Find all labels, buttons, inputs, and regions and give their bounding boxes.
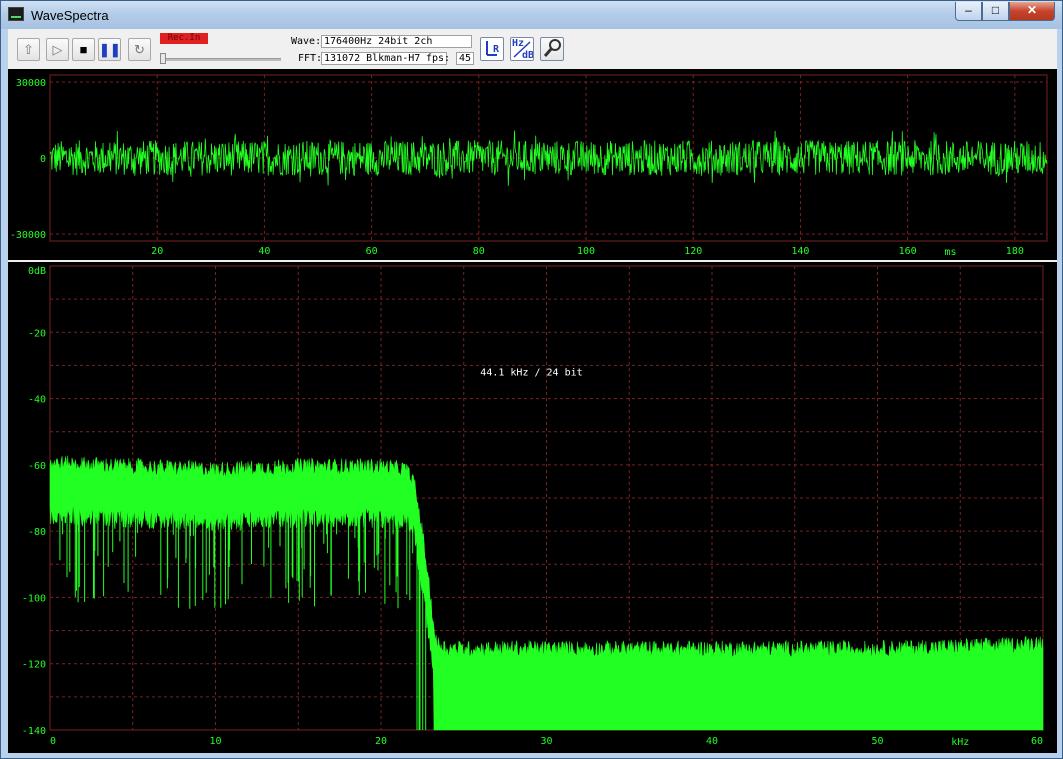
waveform-x-tick-label: 60	[366, 246, 378, 257]
waveform-x-tick-label: 100	[577, 246, 595, 257]
waveform-x-unit: ms	[944, 247, 956, 258]
app-icon[interactable]	[8, 7, 24, 21]
hz-db-icon: Hz dB	[512, 38, 534, 61]
spectrum-chart: 0 10 20 30 40 50 60 kHz 0dB -20 -40 -60 -80 -100 -120 -…	[22, 265, 1044, 748]
spectrum-y-tick-label: 0dB	[28, 266, 46, 277]
waveform-y-tick-label: -30000	[10, 230, 46, 241]
spectrum-x-tick-label: 20	[375, 736, 387, 747]
spectrum-panel[interactable]: 0 10 20 30 40 50 60 kHz 0dB -20 -40 -60 -80 -100 -120 -…	[8, 262, 1057, 753]
play-icon: ▷	[52, 42, 63, 57]
svg-text:Hz: Hz	[512, 38, 524, 49]
waveform-panel[interactable]: 20 40 60 80 100 120 140 160 180 ms 30000 0 -30000	[8, 69, 1057, 260]
waveform-x-tick-label: 80	[473, 246, 485, 257]
waveform-x-tick-label: 40	[258, 246, 270, 257]
stop-button[interactable]: ■	[72, 38, 95, 61]
hz-db-button[interactable]: Hz dB	[510, 37, 534, 61]
level-slider-track[interactable]	[163, 58, 281, 61]
lr-icon: R	[486, 41, 500, 56]
spectrum-x-tick-label: 60	[1031, 736, 1043, 747]
spectrum-x-tick-label: 30	[540, 736, 552, 747]
wrench-icon	[543, 39, 561, 57]
window-title: WaveSpectra	[31, 8, 109, 23]
play-button[interactable]: ▷	[46, 38, 69, 61]
loop-button[interactable]: ↻	[128, 38, 151, 61]
loop-icon: ↻	[134, 42, 145, 57]
spectrum-y-tick-label: -100	[22, 593, 46, 604]
waveform-y-tick-label: 30000	[16, 78, 46, 89]
waveform-y-tick-label: 0	[40, 154, 46, 165]
wave-format-label: Wave:	[291, 36, 322, 47]
waveform-x-tick-label: 140	[791, 246, 809, 257]
pause-button[interactable]: ❚❚	[98, 38, 121, 61]
close-button[interactable]: ✕	[1009, 2, 1055, 21]
waveform-chart: 20 40 60 80 100 120 140 160 180 ms 30000 0 -30000	[10, 74, 1048, 258]
level-slider-thumb[interactable]	[160, 53, 166, 64]
minimize-button[interactable]: –	[955, 2, 982, 21]
app-window: WaveSpectra – □ ✕ ⇧ ▷ ■ ❚❚ ↻ Rec.In Wave…	[0, 0, 1063, 759]
waveform-x-tick-label: 20	[151, 246, 163, 257]
spectrum-x-tick-label: 0	[50, 736, 56, 747]
spectrum-y-tick-label: -40	[28, 395, 46, 406]
fft-label: FFT:	[298, 53, 323, 64]
title-bar[interactable]: WaveSpectra – □ ✕	[1, 1, 1062, 29]
spectrum-x-tick-label: 10	[209, 736, 221, 747]
spectrum-x-tick-label: 40	[706, 736, 718, 747]
settings-button[interactable]	[540, 37, 564, 61]
waveform-x-tick-label: 160	[899, 246, 917, 257]
spectrum-x-tick-label: 50	[871, 736, 883, 747]
spectrum-y-tick-label: -120	[22, 660, 46, 671]
spectrum-y-tick-label: -80	[28, 527, 46, 538]
spectrum-x-unit: kHz	[951, 737, 969, 748]
fps-field[interactable]: 45	[456, 52, 474, 65]
open-file-icon: ⇧	[23, 42, 34, 57]
pause-icon: ❚❚	[99, 42, 121, 57]
waveform-x-tick-label: 120	[684, 246, 702, 257]
rec-input-indicator: Rec.In	[160, 33, 208, 44]
spectrum-annotation: 44.1 kHz / 24 bit	[480, 367, 582, 378]
lr-channel-button[interactable]: R	[480, 37, 504, 61]
svg-text:dB: dB	[522, 50, 533, 60]
stop-icon: ■	[79, 42, 88, 57]
maximize-button[interactable]: □	[982, 2, 1009, 21]
waveform-x-tick-label: 180	[1006, 246, 1024, 257]
spectrum-y-tick-label: -60	[28, 461, 46, 472]
open-button[interactable]: ⇧	[17, 38, 40, 61]
client-area: ⇧ ▷ ■ ❚❚ ↻ Rec.In Wave: 176400Hz 24bit 2…	[8, 29, 1057, 753]
spectrum-y-tick-label: -140	[22, 726, 46, 737]
toolbar: ⇧ ▷ ■ ❚❚ ↻ Rec.In Wave: 176400Hz 24bit 2…	[8, 29, 1057, 69]
svg-text:R: R	[493, 44, 500, 55]
spectrum-y-tick-label: -20	[28, 328, 46, 339]
fps-label: fps:	[426, 53, 451, 64]
wave-format-field[interactable]: 176400Hz 24bit 2ch	[321, 35, 472, 48]
waveform-trace	[49, 130, 1048, 186]
